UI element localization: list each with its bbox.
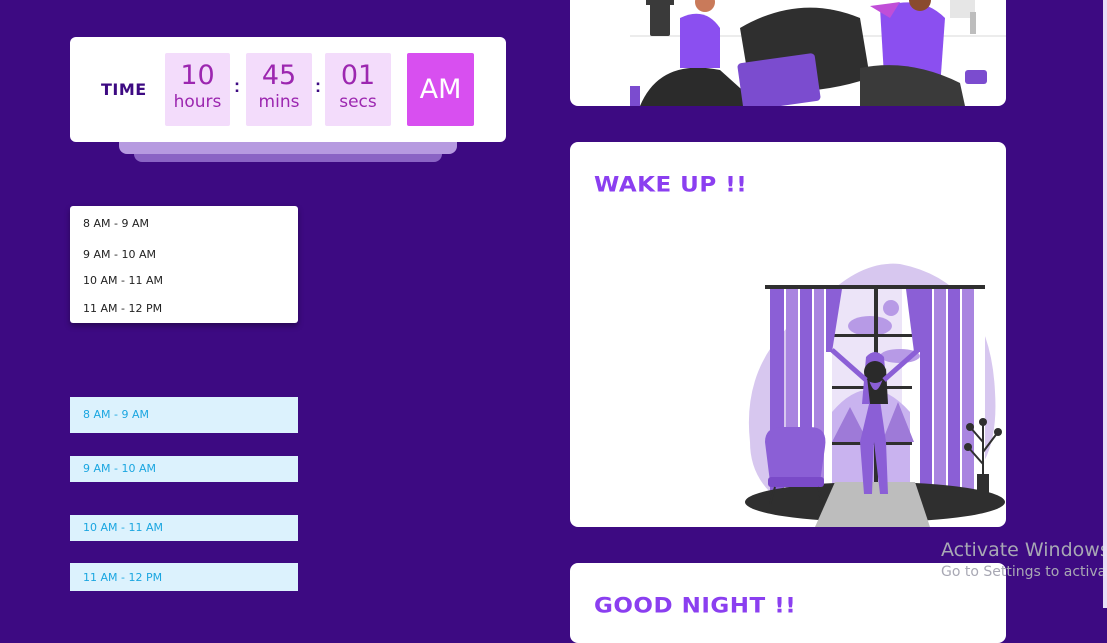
party-card [570, 0, 1006, 106]
friends-illustration [630, 0, 1006, 106]
am-pm-button[interactable]: AM [407, 53, 474, 126]
time-slot-label: 11 AM - 12 PM [83, 571, 163, 584]
secs-box: 01 secs [325, 53, 391, 126]
activate-windows-subtitle: Go to Settings to activate [941, 564, 1107, 580]
dropdown-option[interactable]: 8 AM - 9 AM [83, 217, 149, 230]
time-slot-dropdown: 8 AM - 9 AM 9 AM - 10 AM 10 AM - 11 AM 1… [70, 206, 298, 323]
dropdown-option[interactable]: 9 AM - 10 AM [83, 248, 156, 261]
window-edge [1103, 0, 1107, 608]
time-label: TIME [101, 80, 147, 99]
time-slot-button[interactable]: 9 AM - 10 AM [70, 456, 298, 482]
mins-unit: mins [258, 92, 300, 112]
hours-value: 10 [180, 60, 215, 91]
mins-value: 45 [261, 60, 297, 91]
time-slot-button[interactable]: 11 AM - 12 PM [70, 563, 298, 591]
colon-separator: : [315, 76, 321, 96]
window-illustration [745, 263, 1005, 527]
good-night-title: GOOD NIGHT !! [594, 594, 797, 618]
secs-value: 01 [340, 60, 376, 91]
secs-unit: secs [339, 92, 377, 112]
wake-up-card: WAKE UP !! [570, 142, 1006, 527]
hours-box: 10 hours [165, 53, 230, 126]
time-slot-button[interactable]: 10 AM - 11 AM [70, 515, 298, 541]
time-slot-label: 8 AM - 9 AM [83, 408, 149, 421]
time-slot-button[interactable]: 8 AM - 9 AM [70, 397, 298, 433]
dropdown-option[interactable]: 11 AM - 12 PM [83, 302, 162, 315]
colon-separator: : [234, 76, 240, 96]
time-slot-label: 9 AM - 10 AM [83, 462, 156, 475]
dropdown-option[interactable]: 10 AM - 11 AM [83, 274, 163, 287]
hours-unit: hours [173, 92, 222, 112]
time-slot-label: 10 AM - 11 AM [83, 521, 163, 534]
mins-box: 45 mins [246, 53, 312, 126]
activate-windows-title: Activate Windows [941, 539, 1107, 561]
